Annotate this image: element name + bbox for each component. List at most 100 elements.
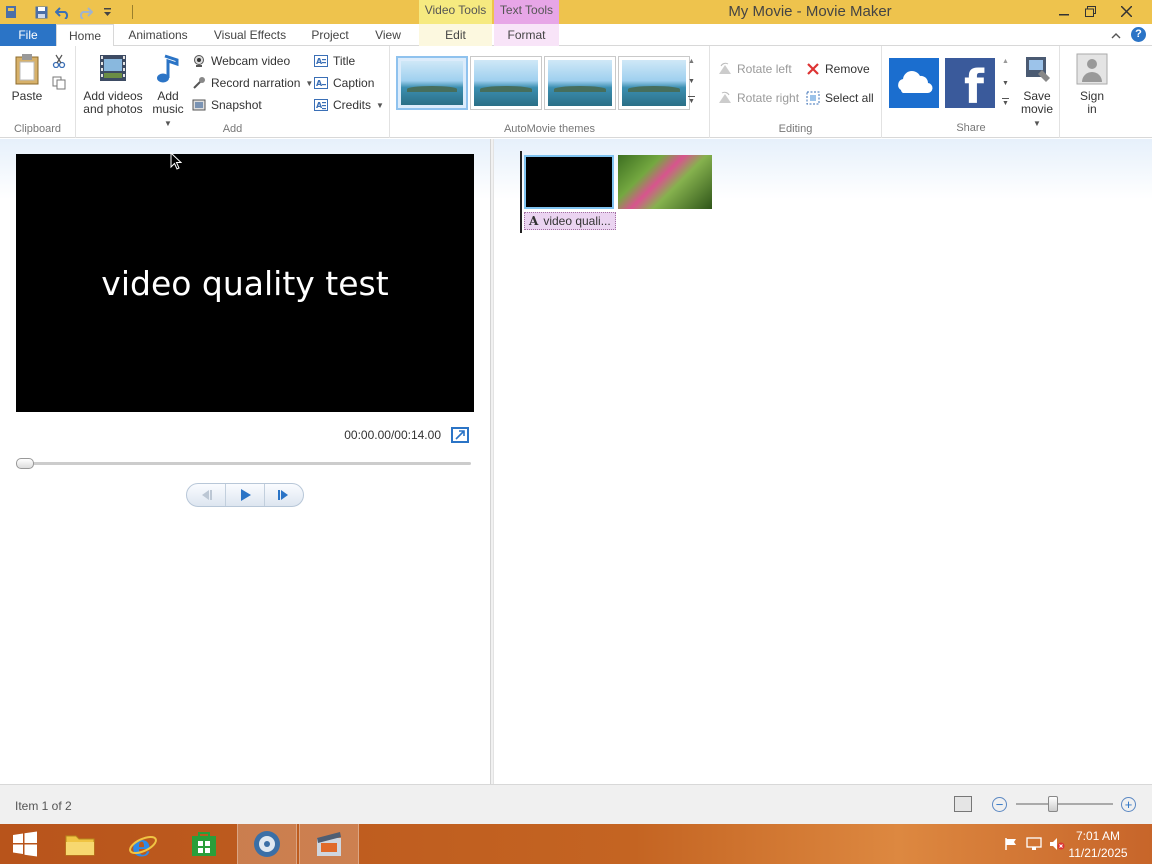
thumbnail-size-button[interactable] [954,796,972,812]
status-bar: Item 1 of 2 − + [0,784,1152,824]
credits-label: Credits [333,98,372,112]
app-menu-icon[interactable] [0,2,22,22]
rotate-right-icon [719,91,731,103]
remove-button[interactable]: Remove [806,60,870,78]
chevron-down-icon: ▼ [376,100,384,110]
previous-frame-button[interactable] [187,484,225,506]
save-movie-button[interactable]: Save movie ▼ [1016,52,1058,130]
start-button[interactable] [0,824,50,864]
sign-in-label-line2: in [1087,102,1097,116]
onedrive-icon[interactable] [889,58,939,108]
status-text: Item 1 of 2 [15,799,72,813]
title-bar: Video Tools Text Tools My Movie - Movie … [0,0,1152,46]
close-button[interactable] [1110,0,1142,22]
title-icon: A [314,55,328,67]
caption-button[interactable]: A Caption [314,74,374,92]
record-narration-button[interactable]: Record narration ▼ [192,74,313,92]
tab-visual-effects[interactable]: Visual Effects [206,24,294,46]
add-music-button[interactable]: Add music ▼ [150,52,186,130]
zoom-out-button[interactable]: − [992,797,1007,812]
webcam-video-button[interactable]: Webcam video [192,52,290,70]
share-scroll-up-icon[interactable]: ▲ [1002,58,1009,65]
seek-thumb[interactable] [16,458,34,469]
undo-icon[interactable] [52,2,74,22]
redo-icon[interactable] [74,2,96,22]
customize-qat-icon[interactable] [96,2,118,22]
tab-animations[interactable]: Animations [120,24,196,46]
share-scroll-down-icon[interactable]: ▼ [1002,80,1009,87]
snapshot-icon [192,99,206,111]
add-videos-button[interactable]: Add videos and photos [82,52,144,116]
playback-controls [186,483,304,507]
rotate-right-button[interactable]: Rotate right [718,89,799,107]
cut-button[interactable] [52,52,66,70]
add-group-label: Add [222,123,243,135]
clip-photo[interactable] [618,155,712,209]
copy-button[interactable] [52,74,66,92]
themes-more-icon[interactable]: ▼ [688,96,695,106]
file-explorer-taskbar-button[interactable] [50,824,110,864]
rotate-left-button[interactable]: Rotate left [718,60,792,78]
sign-in-button[interactable]: Sign in [1070,52,1114,116]
snapshot-button[interactable]: Snapshot [192,96,262,114]
zoom-slider[interactable] [1016,803,1113,805]
themes-scroll-down-icon[interactable]: ▼ [688,78,695,85]
zoom-slider-thumb[interactable] [1047,796,1058,812]
paste-label: Paste [11,89,43,103]
tab-view[interactable]: View [366,24,410,46]
playhead[interactable] [520,151,522,233]
minimize-ribbon-icon[interactable] [1111,28,1121,42]
ribbon-tab-row: File Home Animations Visual Effects Proj… [0,24,1152,47]
store-taskbar-button[interactable] [174,824,234,864]
add-group: Add videos and photos Add music ▼ Webcam… [76,46,390,138]
scissors-icon [52,54,66,68]
folder-icon [65,835,95,856]
media-player-icon [254,831,280,857]
title-button[interactable]: A Title [314,52,355,70]
expand-icon [455,430,465,440]
help-icon[interactable]: ? [1131,27,1146,42]
facebook-icon[interactable]: f [945,58,995,114]
zoom-in-button[interactable]: + [1121,797,1136,812]
tab-edit[interactable]: Edit [419,24,492,46]
caption-icon: A [314,77,328,89]
next-frame-button[interactable] [264,484,303,506]
media-player-taskbar-button[interactable] [237,824,297,864]
seek-bar[interactable] [16,462,471,465]
caption-chip-label: video quali... [543,214,611,228]
credits-button[interactable]: A Credits ▼ [314,96,384,114]
theme-cinematic[interactable] [544,56,616,110]
movie-maker-taskbar-button[interactable] [299,824,359,864]
caption-label: Caption [333,76,375,90]
preview-monitor[interactable]: video quality test [16,154,474,412]
tab-format[interactable]: Format [494,24,559,46]
play-button[interactable] [225,484,264,506]
theme-default[interactable] [396,56,468,110]
chevron-down-icon: ▼ [305,78,314,88]
tab-home[interactable]: Home [56,24,114,47]
tab-project[interactable]: Project [302,24,358,46]
file-tab[interactable]: File [0,24,56,46]
caption-text-icon: A [529,214,539,228]
theme-fade[interactable] [618,56,690,110]
action-center-flag-icon[interactable] [1003,837,1019,851]
restore-button[interactable] [1074,0,1106,22]
paste-button[interactable]: Paste [8,52,46,103]
film-photo-icon [100,55,126,81]
pane-splitter[interactable] [490,139,494,784]
themes-scroll-up-icon[interactable]: ▲ [688,58,695,65]
clock-time[interactable]: 7:01 AM [1058,829,1138,843]
select-all-button[interactable]: Select all [806,89,874,107]
internet-explorer-taskbar-button[interactable]: e [113,824,173,864]
caption-chip[interactable]: A video quali... [524,212,616,230]
mouse-cursor-icon [170,152,182,170]
clip-title[interactable] [524,155,614,209]
share-more-icon[interactable]: ▼ [1002,98,1009,108]
fullscreen-preview-button[interactable] [451,427,469,443]
theme-contemporary[interactable] [470,56,542,110]
record-narration-label: Record narration [211,76,301,90]
network-icon[interactable] [1026,837,1042,851]
microphone-icon [193,77,205,89]
clock-date[interactable]: 11/21/2025 [1058,846,1138,860]
save-icon[interactable] [30,2,52,22]
